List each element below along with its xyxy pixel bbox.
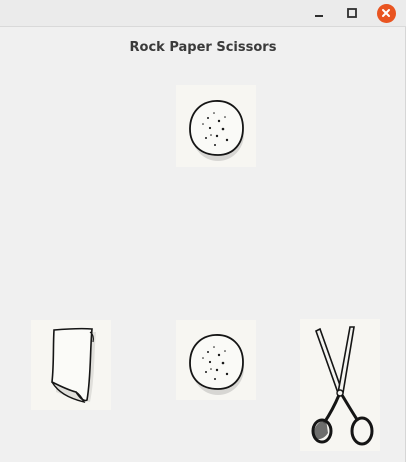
minimize-button[interactable] [308,2,330,24]
close-button[interactable] [375,2,397,24]
scissors-button[interactable] [300,319,380,451]
maximize-icon [347,8,357,18]
paper-button[interactable] [31,320,111,410]
close-button-circle [376,3,396,23]
maximize-button[interactable] [341,2,363,24]
scissors-icon [311,326,374,446]
title-bar[interactable] [0,0,406,27]
rock-button[interactable] [176,320,256,400]
computer-choice-image [176,85,256,167]
app-window: Rock Paper Scissors [0,0,406,462]
rock-icon [189,100,244,161]
rock-icon [189,334,244,395]
page-title: Rock Paper Scissors [129,40,277,55]
close-icon [382,9,390,17]
paper-icon [51,327,96,404]
minimize-icon [315,15,323,17]
